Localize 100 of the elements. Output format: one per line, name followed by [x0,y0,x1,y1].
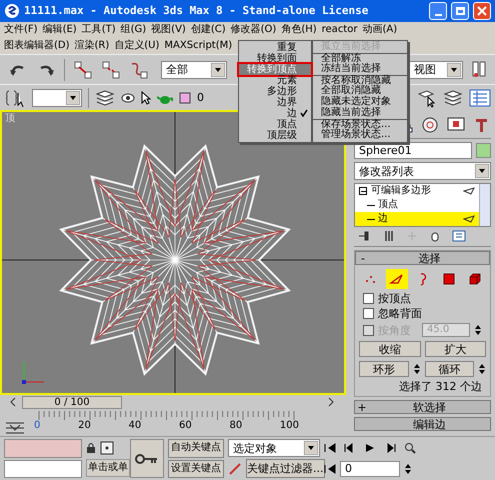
spinner-arrows-icon[interactable] [478,362,486,376]
frame-counter-handle[interactable]: 0 / 100 [22,396,122,409]
quad-menu-item[interactable]: 冻结当前选择 [313,64,407,75]
layer-manager-icon[interactable] [443,88,463,108]
layers-icon[interactable] [95,88,115,108]
menu-item[interactable]: 组(G) [120,25,146,35]
pivot-icon[interactable] [471,60,487,80]
current-frame-field[interactable]: 0 [340,460,400,477]
rollout-header[interactable]: 编辑边 [354,417,491,431]
quad-menu-item[interactable]: 保存场景状态... [313,119,407,130]
named-selection-dropdown[interactable] [32,88,82,106]
edge-level-button[interactable] [386,269,408,289]
quad-menu-item[interactable]: 全部解冻 [313,53,407,64]
key-filters-button[interactable]: 关键点过滤器... [246,459,324,478]
app-logo-icon [4,3,20,19]
set-key-button[interactable] [130,439,164,478]
frame-tick-label: 20 [78,421,91,431]
angle-field: 45.0 [422,323,470,337]
menu-item[interactable]: 自定义(U) [114,41,160,51]
named-selection-icon[interactable] [4,88,26,108]
checkbox[interactable] [363,293,374,304]
remove-modifier-icon[interactable] [430,230,440,242]
mini-curve-editor-icon[interactable] [4,420,26,436]
checkbox[interactable] [363,308,374,319]
menu-item[interactable]: 图表编辑器(D) [4,41,70,51]
layer-color-icon[interactable] [179,92,191,104]
select-object-icon[interactable] [417,88,437,108]
menu-item[interactable]: 视图(V) [151,25,186,35]
pencil-icon[interactable] [228,462,242,476]
stack-subitem[interactable]: 边 [355,212,479,226]
lock-icon[interactable] [86,442,96,454]
menu-item[interactable]: 角色(H) [281,25,317,35]
unlink-icon[interactable] [101,60,121,80]
minimize-button[interactable] [429,2,447,20]
quad-menu-item[interactable]: 隐藏未选定对象 [313,97,407,108]
frame-tick-label: 80 [229,421,242,431]
maxscript-output-field[interactable] [4,460,82,478]
reference-coordinate-dropdown[interactable]: 视图 [409,60,463,78]
key-mode-dropdown[interactable]: 选定对象 [228,439,320,457]
rollout-header[interactable]: + 软选择 [354,400,491,414]
quad-menu-item[interactable]: 边界 [239,97,311,108]
quad-menu-item[interactable]: 多边形 [239,86,311,97]
cursor-icon[interactable] [141,90,151,104]
maxscript-listener-field[interactable] [4,439,82,458]
object-name-field[interactable]: Sphere01 [354,142,472,159]
quad-menu-item[interactable]: 全部取消隐藏 [313,86,407,97]
checkmark-icon [300,109,308,117]
modifier-list-dropdown[interactable]: 修改器列表 [354,162,491,180]
menu-item[interactable]: 修改器(O) [230,25,276,35]
stack-scrollbar[interactable] [479,184,490,226]
absolute-mode-icon[interactable] [100,441,114,455]
rollout-header[interactable]: - 选择 [355,251,490,265]
stack-item[interactable]: 可编辑多边形 [355,184,479,198]
viewport-label: 顶 [5,114,15,124]
motion-icon[interactable] [421,116,439,134]
go-to-start-icon[interactable] [324,443,336,454]
quad-menu-item[interactable]: 顶层级 [239,130,311,141]
schematic-view-icon[interactable] [469,88,491,108]
selection-filter-dropdown[interactable]: 全部 [161,60,227,78]
rollout-action-button[interactable]: 扩大 [424,341,486,357]
quad-menu-item[interactable]: 按名称取消隐藏 [313,75,407,86]
key-mode-toggle-icon[interactable] [324,464,336,474]
dropdown-arrow-icon [447,62,461,76]
quad-menu-item[interactable]: 转换到面 [239,53,311,64]
key-icon [135,452,159,464]
configure-sets-icon[interactable] [452,230,466,242]
spinner-arrows-icon[interactable] [412,362,420,376]
quad-menu-item[interactable]: 转换到顶点 [239,64,311,75]
maximize-button[interactable] [451,2,469,20]
menu-item[interactable]: 创建(C) [190,25,226,35]
axis-tripod-icon [22,362,44,384]
quad-menu-item[interactable]: 边 [239,108,311,119]
rollout-action-button[interactable]: 环形 [359,361,408,377]
menu-item[interactable]: 渲染(R) [74,41,110,51]
menu-item[interactable]: 动画(A) [362,25,398,35]
stack-subitem[interactable]: 顶点 [355,198,479,212]
menu-item[interactable]: 工具(T) [82,25,116,35]
track-bar[interactable]: 0 20 40 60 80 100 [34,411,314,436]
status-prompt: 单击或单 [86,459,130,477]
close-button[interactable] [473,2,491,20]
menu-item[interactable]: MAXScript(M) [164,41,232,51]
auto-key-button[interactable]: 自动关键点 [168,439,224,458]
rollout-action-button[interactable]: 循环 [424,361,474,377]
menu-item[interactable]: 编辑(E) [42,25,77,35]
menu-item[interactable]: 文件(F) [4,25,38,35]
quad-menu-item[interactable]: 重复 [239,42,311,53]
play-icon[interactable] [364,443,376,454]
quad-menu-item[interactable]: 顶点 [239,119,311,130]
eye-icon[interactable] [121,90,135,104]
object-color-swatch[interactable] [476,143,491,158]
quad-menu-item[interactable]: 元素 [239,75,311,86]
set-key-mode-button[interactable]: 设置关键点 [168,460,224,478]
zoom-icon[interactable] [404,442,416,454]
show-end-result-icon[interactable] [384,230,394,242]
link-icon[interactable] [73,60,93,80]
spinner-arrows-icon[interactable] [404,462,412,476]
spinner-arrows-icon[interactable] [474,323,482,337]
checkbox-label: 按顶点 [378,293,411,304]
rollout-action-button[interactable]: 收缩 [359,341,420,357]
menu-item[interactable]: reactor [322,25,358,35]
